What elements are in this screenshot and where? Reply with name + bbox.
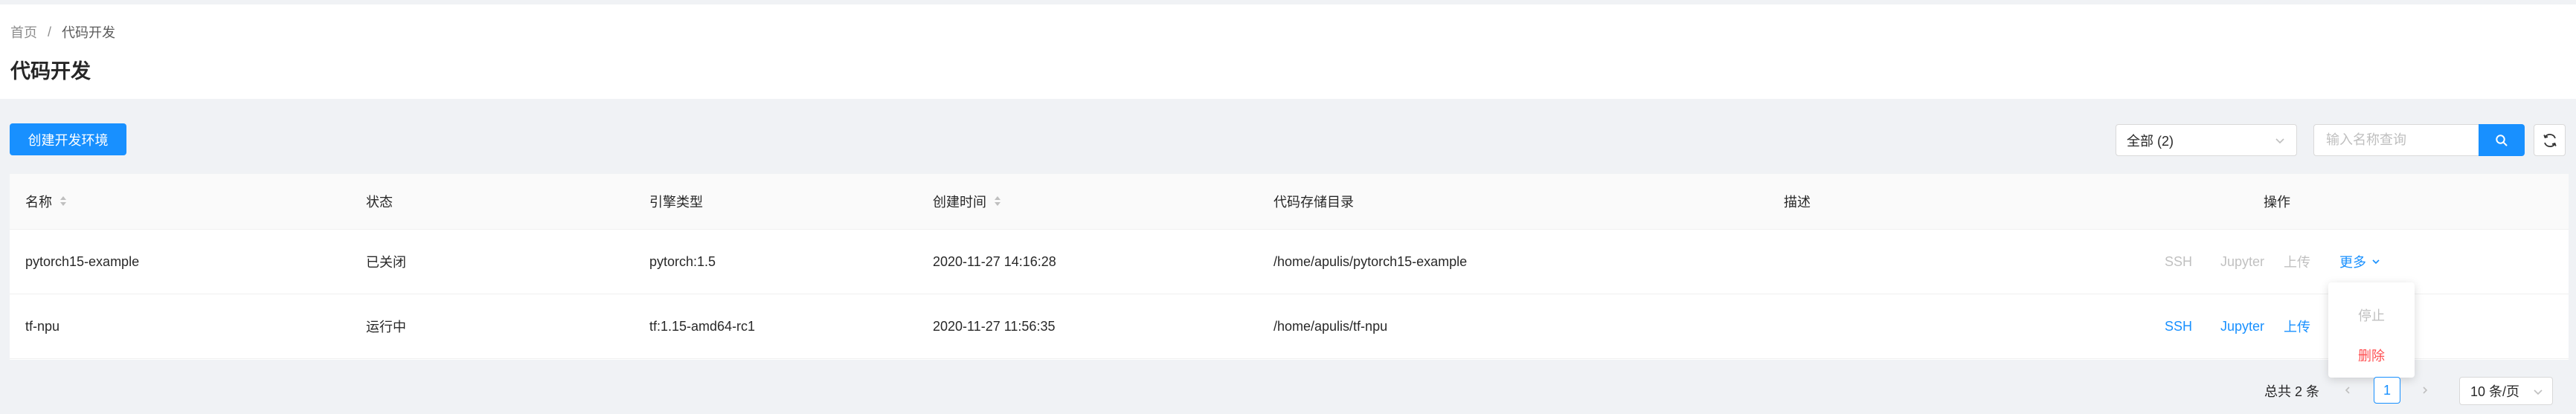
- column-header-name[interactable]: 名称: [25, 174, 67, 229]
- search-button[interactable]: [2479, 124, 2525, 156]
- table-row: tf-npu 运行中 tf:1.15-amd64-rc1 2020-11-27 …: [10, 294, 2569, 359]
- pagination-prev[interactable]: [2336, 377, 2360, 404]
- pagination-total: 总共 2 条: [2264, 384, 2320, 399]
- cell-status: 已关闭: [366, 255, 406, 270]
- breadcrumb-current: 代码开发: [62, 25, 116, 40]
- status-filter-value: 全部 (2): [2127, 133, 2174, 149]
- cell-dir: /home/apulis/pytorch15-example: [1273, 253, 1468, 269]
- ssh-link[interactable]: SSH: [2165, 230, 2192, 294]
- delete-menu-item[interactable]: 删除: [2328, 339, 2415, 372]
- table-header: 名称 状态 引擎类型 创建时间 代码存储目录 描述 操作: [10, 174, 2569, 230]
- chevron-down-icon: [2372, 259, 2380, 265]
- page-size-value: 10 条/页: [2470, 384, 2520, 399]
- column-header-created[interactable]: 创建时间: [933, 174, 1001, 229]
- page-title: 代码开发: [10, 60, 91, 83]
- upload-link[interactable]: 上传: [2284, 230, 2310, 294]
- reload-button[interactable]: [2534, 124, 2566, 156]
- search-input[interactable]: [2313, 124, 2479, 156]
- ssh-link[interactable]: SSH: [2165, 294, 2192, 358]
- cell-created: 2020-11-27 11:56:35: [933, 318, 1056, 334]
- chevron-down-icon: [2534, 389, 2543, 395]
- more-label: 更多: [2339, 255, 2366, 270]
- column-header-actions: 操作: [2264, 195, 2290, 210]
- sort-icon[interactable]: [994, 195, 1001, 207]
- cell-engine: tf:1.15-amd64-rc1: [649, 318, 756, 334]
- column-header-status: 状态: [366, 195, 393, 210]
- column-header-dir: 代码存储目录: [1273, 195, 1354, 210]
- page-size-select[interactable]: 10 条/页: [2459, 377, 2553, 405]
- jupyter-link[interactable]: Jupyter: [2220, 294, 2264, 358]
- column-header-engine: 引擎类型: [649, 195, 703, 210]
- cell-name: pytorch15-example: [25, 253, 140, 269]
- breadcrumb-home[interactable]: 首页: [10, 22, 37, 42]
- cell-name: tf-npu: [25, 318, 60, 334]
- cell-engine: pytorch:1.5: [649, 253, 716, 269]
- cell-status: 运行中: [366, 320, 406, 334]
- column-header-desc: 描述: [1784, 195, 1811, 210]
- search-icon: [2496, 134, 2508, 146]
- more-dropdown-menu: 停止 删除: [2328, 282, 2415, 378]
- table-row: pytorch15-example 已关闭 pytorch:1.5 2020-1…: [10, 230, 2569, 294]
- pagination-page-1[interactable]: 1: [2374, 377, 2400, 404]
- right-arrow-icon: [2423, 386, 2428, 394]
- cell-dir: /home/apulis/tf-npu: [1273, 318, 1388, 334]
- breadcrumb-separator: /: [48, 24, 52, 39]
- reload-icon: [2543, 133, 2557, 147]
- upload-link[interactable]: 上传: [2284, 294, 2310, 358]
- pagination-next[interactable]: [2413, 377, 2437, 404]
- left-arrow-icon: [2345, 386, 2350, 394]
- cell-created: 2020-11-27 14:16:28: [933, 253, 1056, 269]
- sort-icon[interactable]: [60, 195, 67, 207]
- breadcrumb: 首页 / 代码开发: [10, 22, 115, 42]
- jupyter-link[interactable]: Jupyter: [2220, 230, 2264, 294]
- status-filter-select[interactable]: 全部 (2): [2116, 124, 2297, 156]
- chevron-down-icon: [2275, 138, 2284, 144]
- stop-menu-item[interactable]: 停止: [2328, 299, 2415, 331]
- page-header: 首页 / 代码开发 代码开发: [0, 4, 2576, 99]
- dev-env-table: 名称 状态 引擎类型 创建时间 代码存储目录 描述 操作 pytorch15-e…: [10, 174, 2569, 360]
- create-dev-env-button[interactable]: 创建开发环境: [10, 123, 126, 155]
